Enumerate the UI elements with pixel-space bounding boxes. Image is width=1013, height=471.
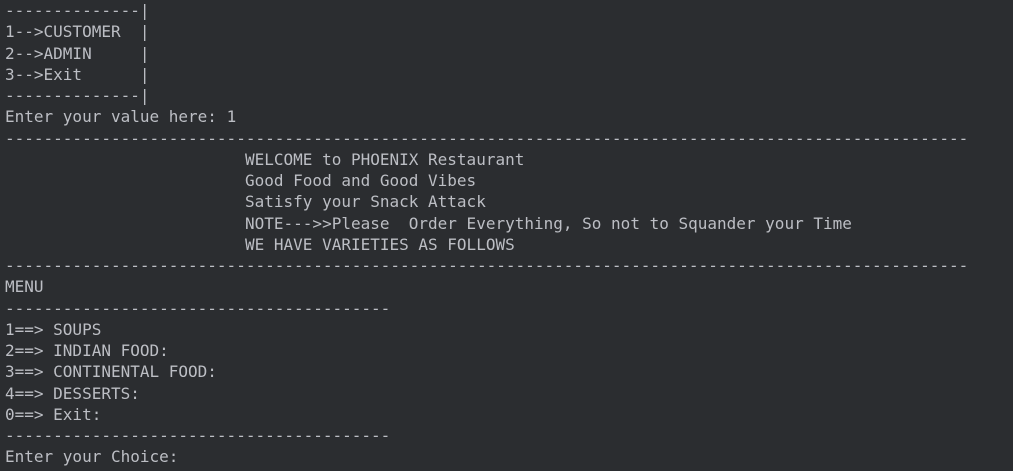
option-exit: 3-->Exit | xyxy=(5,64,150,84)
choice-prompt[interactable]: Enter your Choice: xyxy=(5,446,1013,467)
first-prompt-line: Enter your value here: 1 xyxy=(5,106,1013,127)
banner-welcome: WELCOME to PHOENIX Restaurant xyxy=(245,149,525,169)
box-bottom-border: --------------| xyxy=(5,86,150,105)
console-output[interactable]: --------------| 1-->CUSTOMER | 2-->ADMIN… xyxy=(0,0,1013,471)
option-customer: 1-->CUSTOMER | xyxy=(5,22,150,42)
first-prompt: Enter your value here: xyxy=(5,107,227,127)
first-input-value: 1 xyxy=(226,107,237,127)
option-admin: 2-->ADMIN | xyxy=(5,43,150,63)
menu-rule-top: ---------------------------------------- xyxy=(5,298,391,318)
box-top-border: --------------| xyxy=(5,1,150,20)
banner-tagline: Good Food and Good Vibes xyxy=(245,171,477,190)
banner-note: NOTE--->>Please Order Everything, So not… xyxy=(245,213,852,233)
banner-varieties: WE HAVE VARIETIES AS FOLLOWS xyxy=(245,234,515,254)
menu-item-continental-food: 3==> CONTINENTAL FOOD: xyxy=(5,362,217,382)
menu-item-indian-food: 2==> INDIAN FOOD: xyxy=(5,341,169,360)
separator-rule-top: ----------------------------------------… xyxy=(5,128,969,148)
menu-item-exit: 0==> Exit: xyxy=(5,404,102,424)
banner-slogan: Satisfy your Snack Attack xyxy=(245,192,486,212)
menu-rule-bottom: ---------------------------------------- xyxy=(5,426,391,445)
menu-item-desserts: 4==> DESSERTS: xyxy=(5,383,140,403)
menu-title: MENU xyxy=(5,277,44,297)
separator-rule-bottom: ----------------------------------------… xyxy=(5,256,969,275)
menu-item-soups: 1==> SOUPS xyxy=(5,319,102,339)
